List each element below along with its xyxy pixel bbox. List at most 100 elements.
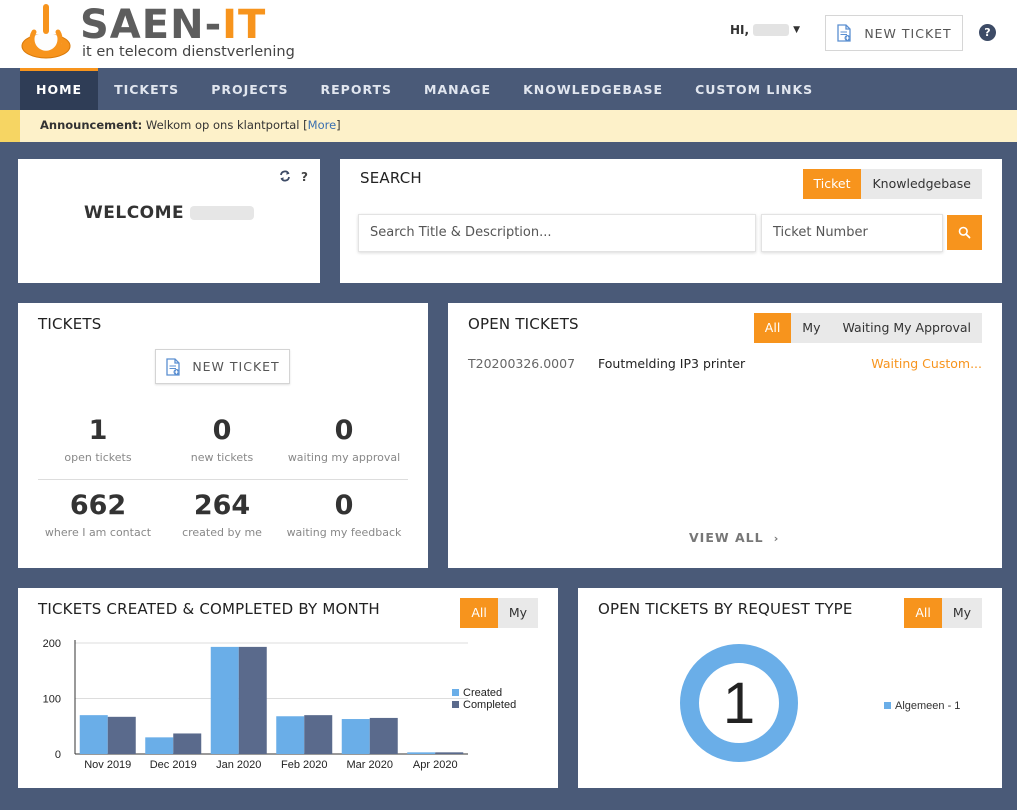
power-logo-icon — [21, 4, 71, 59]
stat-label: new tickets — [190, 451, 254, 464]
caret-down-icon: ▼ — [793, 25, 800, 35]
nav-item-reports[interactable]: REPORTS — [305, 68, 409, 110]
y-tick-label: 100 — [43, 694, 61, 706]
welcome-user-redacted — [190, 206, 255, 220]
announcement-more-bracket-close: ] — [336, 118, 341, 132]
x-tick-label: Dec 2019 — [150, 759, 197, 771]
x-tick-label: Mar 2020 — [347, 759, 393, 771]
tickets-title: TICKETS — [38, 315, 102, 333]
ticket-title: Foutmelding IP3 printer — [598, 356, 746, 371]
welcome-label: WELCOME — [84, 203, 185, 223]
nav-item-manage[interactable]: MANAGE — [408, 68, 507, 110]
brand-tagline: it en telecom dienstverlening — [82, 44, 295, 60]
request-type-donut: 1 Algemeen - 1 — [680, 644, 960, 762]
stat-waiting-feedback[interactable]: 0 waiting my feedback — [282, 490, 406, 539]
announcement-text: Welkom op ons klantportal — [145, 118, 300, 132]
nav-item-home[interactable]: HOME — [20, 68, 99, 110]
chevron-right-icon: › — [768, 532, 780, 545]
filter-all[interactable]: All — [753, 313, 792, 343]
user-menu[interactable]: HI, ▼ — [730, 23, 800, 37]
stat-waiting-approval[interactable]: 0 waiting my approval — [282, 415, 406, 464]
bar-completed — [238, 646, 267, 754]
stat-label: waiting my feedback — [286, 526, 402, 539]
tickets-by-month-chart: 0 100 200 Nov 2019 Dec 2019 Jan 2020 Feb 2020 M… — [43, 638, 517, 771]
bar-completed — [435, 752, 464, 754]
by-month-title: TICKETS CREATED & COMPLETED BY MONTH — [38, 600, 380, 618]
tickets-new-ticket-button[interactable]: NEW TICKET — [155, 349, 290, 384]
x-tick-label: Jan 2020 — [216, 759, 261, 771]
user-name-redacted — [753, 24, 790, 36]
welcome-help-icon[interactable]: ? — [301, 170, 308, 185]
stat-created-by-me[interactable]: 264 created by me — [160, 490, 284, 539]
announcement-label: Announcement: — [40, 118, 143, 132]
view-all-label: VIEW ALL — [689, 530, 764, 545]
legend-created: Created — [463, 687, 502, 699]
bar-created — [407, 752, 436, 754]
stat-new-tickets[interactable]: 0 new tickets — [160, 415, 284, 464]
brand-name: SAEN-IT — [80, 2, 267, 48]
help-icon[interactable]: ? — [979, 24, 996, 41]
y-tick-label: 0 — [55, 749, 61, 761]
filter-all[interactable]: All — [460, 598, 498, 628]
search-tab-ticket[interactable]: Ticket — [802, 169, 862, 199]
ticket-id: T20200326.0007 — [468, 356, 576, 371]
ticket-row[interactable]: T20200326.0007 Foutmelding IP3 printer W… — [468, 356, 982, 371]
stat-where-contact[interactable]: 662 where I am contact — [36, 490, 160, 539]
new-ticket-label: NEW TICKET — [192, 359, 280, 374]
open-tickets-by-type-panel: OPEN TICKETS BY REQUEST TYPE All My 1 Al… — [578, 588, 1002, 788]
bar-completed — [369, 717, 398, 754]
stat-open-tickets[interactable]: 1 open tickets — [36, 415, 160, 464]
bar-created — [276, 716, 305, 754]
legend-swatch — [452, 689, 459, 696]
bar-created — [341, 719, 370, 754]
filter-my[interactable]: My — [791, 313, 832, 343]
bar-created — [210, 646, 239, 754]
search-button[interactable] — [947, 215, 982, 250]
filter-my[interactable]: My — [497, 598, 538, 628]
tickets-by-month-panel: TICKETS CREATED & COMPLETED BY MONTH All… — [18, 588, 558, 788]
x-tick-label: Feb 2020 — [281, 759, 327, 771]
legend-completed: Completed — [463, 699, 516, 711]
bar-created — [145, 737, 174, 754]
stat-value: 662 — [69, 490, 127, 521]
nav-item-knowledgebase[interactable]: KNOWLEDGEBASE — [507, 68, 679, 110]
nav-item-projects[interactable]: PROJECTS — [195, 68, 304, 110]
nav-item-tickets[interactable]: TICKETS — [98, 68, 195, 110]
stat-value: 0 — [334, 415, 354, 446]
bar-completed — [173, 733, 202, 754]
header: SAEN-IT it en telecom dienstverlening HI… — [0, 0, 1017, 68]
nav-item-custom-links[interactable]: CUSTOM LINKS — [679, 68, 829, 110]
x-tick-label: Apr 2020 — [413, 759, 458, 771]
main-nav: HOME TICKETS PROJECTS REPORTS MANAGE KNO… — [0, 68, 1017, 110]
search-type-toggle: Ticket Knowledgebase — [802, 169, 982, 199]
y-tick-label: 200 — [43, 638, 61, 650]
new-ticket-icon — [837, 24, 851, 42]
search-panel: SEARCH Ticket Knowledgebase Search Title… — [340, 159, 1002, 283]
stat-value: 0 — [334, 490, 354, 521]
filter-waiting-approval[interactable]: Waiting My Approval — [831, 313, 982, 343]
refresh-icon[interactable] — [279, 170, 291, 185]
stat-label: open tickets — [64, 451, 132, 464]
x-tick-label: Nov 2019 — [84, 759, 131, 771]
search-title-input[interactable]: Search Title & Description... — [358, 214, 756, 252]
announcement-more-link[interactable]: More — [308, 118, 337, 132]
stat-value: 1 — [88, 415, 108, 446]
welcome-panel: ? WELCOME — [18, 159, 320, 283]
stat-label: where I am contact — [44, 526, 152, 539]
ticket-number-input[interactable]: Ticket Number — [761, 214, 943, 252]
bar-created — [79, 715, 108, 754]
open-tickets-panel: OPEN TICKETS All My Waiting My Approval … — [448, 303, 1002, 568]
legend-swatch — [884, 702, 891, 709]
new-ticket-button[interactable]: NEW TICKET — [825, 15, 963, 51]
announcement-bar: Announcement: Welkom op ons klantportal … — [0, 110, 1017, 142]
search-icon — [958, 226, 971, 239]
view-all-link[interactable]: VIEW ALL › — [689, 530, 779, 545]
tickets-panel: TICKETS NEW TICKET 1 open tickets 0 new … — [18, 303, 428, 568]
new-ticket-icon — [166, 357, 180, 376]
stat-value: 264 — [193, 490, 251, 521]
by-month-filter: All My — [460, 598, 538, 628]
search-tab-knowledgebase[interactable]: Knowledgebase — [861, 169, 982, 199]
new-ticket-label: NEW TICKET — [864, 25, 952, 41]
brand-logo[interactable]: SAEN-IT it en telecom dienstverlening — [20, 2, 295, 64]
legend-algemeen: Algemeen - 1 — [895, 700, 960, 712]
